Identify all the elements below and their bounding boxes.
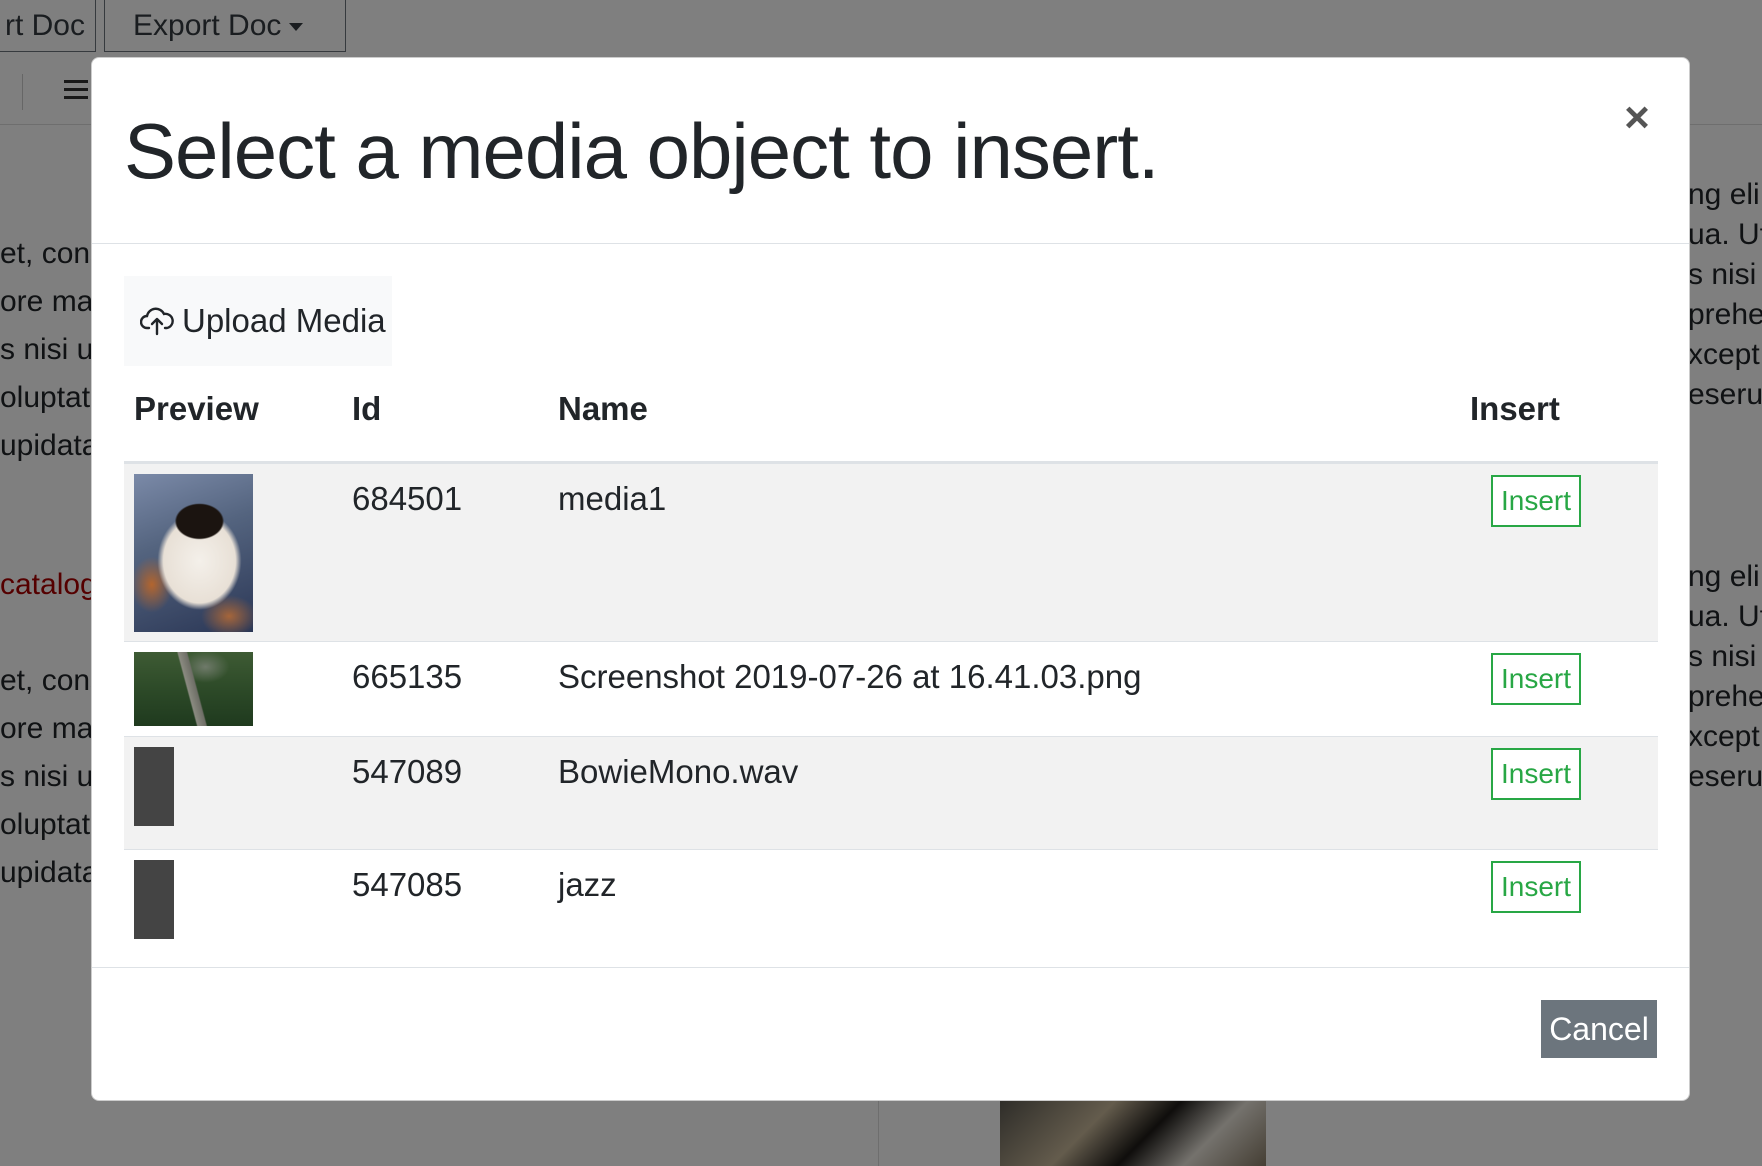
media-name: media1 [558, 480, 667, 517]
insert-button[interactable]: Insert [1491, 475, 1581, 527]
upload-media-label: Upload Media [182, 302, 386, 339]
modal-header: Select a media object to insert. × [92, 58, 1689, 244]
column-header-preview: Preview [134, 390, 259, 427]
table-row: 665135 Screenshot 2019-07-26 at 16.41.03… [124, 642, 1658, 737]
insert-button[interactable]: Insert [1491, 861, 1581, 913]
column-header-name: Name [558, 390, 648, 427]
audio-thumbnail [134, 747, 174, 826]
table-row: 684501 media1 Insert [124, 464, 1658, 642]
media-name: jazz [558, 866, 617, 903]
media-id: 547085 [352, 866, 463, 903]
cloud-upload-icon [140, 307, 174, 336]
insert-button[interactable]: Insert [1491, 653, 1581, 705]
table-row: 547089 BowieMono.wav Insert [124, 737, 1658, 850]
media-thumbnail [134, 474, 253, 632]
table-header: Preview Id Name Insert [124, 368, 1658, 464]
table-row: 547085 jazz Insert [124, 850, 1658, 960]
modal-footer-divider [92, 967, 1689, 968]
media-select-modal: Select a media object to insert. × Uploa… [91, 57, 1690, 1101]
audio-thumbnail [134, 860, 174, 939]
upload-media-button[interactable]: Upload Media [124, 276, 392, 366]
column-header-id: Id [352, 390, 382, 427]
close-button[interactable]: × [1617, 96, 1657, 140]
media-thumbnail [134, 652, 253, 726]
media-name: BowieMono.wav [558, 753, 799, 790]
column-header-insert: Insert [1470, 390, 1560, 427]
media-id: 665135 [352, 658, 463, 695]
media-id: 547089 [352, 753, 463, 790]
modal-title: Select a media object to insert. [124, 107, 1160, 195]
media-name: Screenshot 2019-07-26 at 16.41.03.png [558, 658, 1142, 695]
insert-button[interactable]: Insert [1491, 748, 1581, 800]
cancel-button[interactable]: Cancel [1541, 1000, 1657, 1058]
media-id: 684501 [352, 480, 463, 517]
